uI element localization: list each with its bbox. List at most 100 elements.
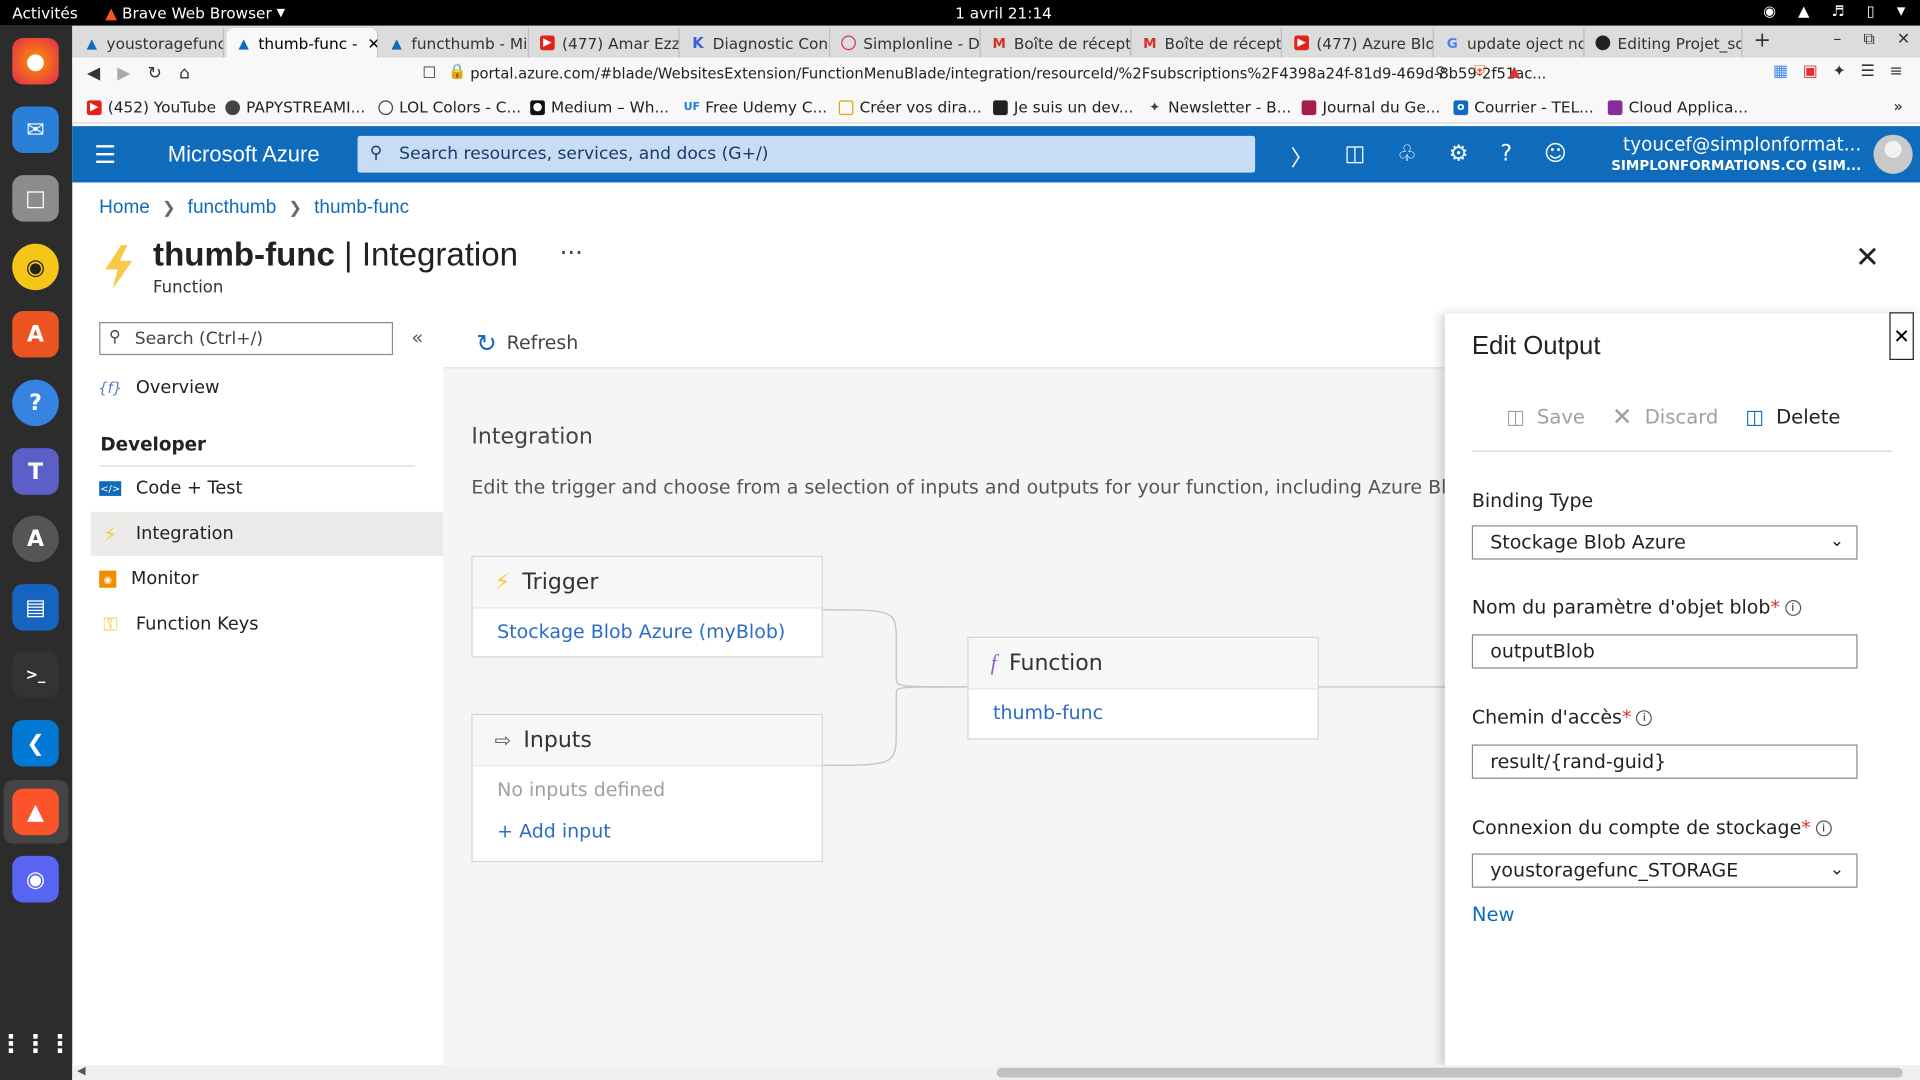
brave-dock-icon[interactable]: ▲ [12, 788, 59, 836]
bookmark-icon[interactable]: □ [422, 62, 436, 79]
binding-type-dropdown[interactable]: Stockage Blob Azure ⌄ [1471, 525, 1858, 560]
sidebar-item-code-test[interactable]: </> Code + Test [99, 467, 442, 511]
breadcrumb-functhumb[interactable]: functhumb [188, 197, 277, 219]
avatar[interactable] [1873, 134, 1913, 174]
function-card[interactable]: f Function thumb-func [967, 636, 1319, 740]
notifications-icon[interactable]: ♧ [1397, 141, 1417, 173]
close-tab-icon[interactable]: ✕ [367, 34, 377, 52]
scroll-left-icon[interactable]: ◀ [77, 1065, 85, 1077]
terminal-icon[interactable]: >_ [12, 651, 59, 698]
software-center-icon[interactable]: A [12, 311, 59, 358]
discard-button[interactable]: ✕ Discard [1612, 402, 1718, 431]
tab-active[interactable]: ▲thumb-func -✕ [226, 28, 379, 58]
global-search-input[interactable]: ⚲ Search resources, services, and docs (… [357, 135, 1256, 173]
brave-shields-icon[interactable]: ⛨ [1474, 62, 1485, 80]
scrollbar-thumb[interactable] [996, 1067, 1903, 1078]
horizontal-scrollbar[interactable]: ◀ [72, 1065, 1920, 1080]
translate-icon[interactable]: ▦ [1773, 62, 1788, 80]
tab[interactable]: ▲ youstoragefunc [75, 28, 225, 58]
trigger-link[interactable]: Stockage Blob Azure (myBlob) [473, 609, 822, 643]
close-window-icon[interactable]: ✕ [1897, 31, 1910, 49]
lock-icon[interactable]: 🔒 [448, 62, 466, 79]
close-blade-icon[interactable]: ✕ [1855, 240, 1880, 274]
firefox-icon[interactable]: ● [12, 37, 59, 85]
new-tab-button[interactable]: + [1753, 28, 1770, 52]
system-tray[interactable]: ◉ ▲ ♬ ▯ ▼ [1763, 2, 1905, 19]
tab[interactable]: ▶(477) Amar Ezzat [530, 28, 680, 58]
more-bookmarks-icon[interactable]: » [1893, 97, 1902, 115]
cloud-shell-icon[interactable]: 〉 [1291, 141, 1313, 173]
teams-icon[interactable]: T [12, 448, 59, 495]
bookmark-item[interactable]: ▶ (452) YouTube [86, 98, 216, 116]
writer-icon[interactable]: ▤ [12, 584, 59, 631]
sidebar-item-overview[interactable]: {f} Overview [98, 366, 442, 410]
tab[interactable]: K Diagnostic Cons [681, 28, 831, 58]
url-field[interactable]: portal.azure.com/#blade/WebsitesExtensio… [470, 65, 1546, 82]
bookmark-item[interactable]: UF Free Udemy C... [684, 98, 828, 116]
breadcrumb-thumb-func[interactable]: thumb-func [314, 197, 409, 219]
files-icon[interactable]: □ [12, 175, 59, 222]
add-input-link[interactable]: + Add input [473, 801, 822, 842]
tab[interactable]: Gupdate oject noc [1435, 28, 1585, 58]
bookmark-item[interactable]: Créer vos dira... [838, 98, 982, 116]
tab[interactable]: ▲ functhumb - Mic [380, 28, 529, 58]
zoom-icon[interactable]: ⚲ [1435, 64, 1446, 81]
param-name-input[interactable]: outputBlob [1471, 634, 1858, 669]
bookmark-item[interactable]: Je suis un dev... [993, 98, 1133, 116]
bookmark-item[interactable]: LOL Colors - C... [378, 98, 521, 116]
azure-brand[interactable]: Microsoft Azure [168, 142, 320, 168]
show-apps-icon[interactable]: ⋮⋮⋮ [0, 1020, 72, 1067]
bookmark-item[interactable]: Cloud Applica... [1607, 98, 1748, 116]
menu-icon[interactable]: ≡ [1890, 62, 1903, 80]
bookmark-item[interactable]: o Courrier - TEL... [1453, 98, 1594, 116]
minimize-icon[interactable]: – [1833, 31, 1841, 49]
tab[interactable]: Simplonline - Dé [831, 28, 981, 58]
updater-icon[interactable]: A [12, 515, 59, 563]
home-icon[interactable]: ⌂ [179, 64, 190, 84]
restore-icon[interactable]: ⧉ [1863, 31, 1874, 49]
clock[interactable]: 1 avril 21:14 [955, 4, 1052, 22]
storage-connection-dropdown[interactable]: youstoragefunc_STORAGE ⌄ [1471, 853, 1858, 888]
new-connection-link[interactable]: New [1472, 902, 1515, 925]
rhythmbox-icon[interactable]: ◉ [12, 243, 59, 291]
app-menu[interactable]: ▲ Brave Web Browser ▼ [105, 4, 285, 22]
path-input[interactable]: result/{rand-guid} [1471, 744, 1858, 779]
help-icon[interactable]: ? [12, 379, 59, 427]
function-link[interactable]: thumb-func [969, 689, 1318, 724]
vscode-icon[interactable]: ❮ [12, 720, 59, 767]
tab[interactable]: Editing Projet_sc [1586, 28, 1743, 58]
refresh-button[interactable]: ↻ Refresh [476, 328, 578, 357]
collapse-menu-icon[interactable]: « [411, 326, 423, 349]
discord-icon[interactable]: ◉ [12, 855, 59, 903]
reload-icon[interactable]: ↻ [148, 64, 162, 84]
account-info[interactable]: tyoucef@simplonformat... SIMPLONFORMATIO… [1611, 133, 1861, 177]
sidebar-item-monitor[interactable]: ◉ Monitor [99, 557, 442, 601]
hamburger-menu-icon[interactable]: ☰ [94, 140, 116, 169]
bookmark-item[interactable]: PAPYSTREAMI... [225, 98, 365, 116]
bookmark-item[interactable]: ● Medium – Wh... [530, 98, 669, 116]
sidebar-item-function-keys[interactable]: ⚿ Function Keys [99, 602, 442, 646]
extensions-icon[interactable]: ✦ [1832, 62, 1845, 80]
playlist-icon[interactable]: ☰ [1861, 62, 1875, 80]
tab[interactable]: M Boîte de récepti [1133, 28, 1283, 58]
inputs-card[interactable]: ⇨ Inputs No inputs defined + Add input [471, 713, 823, 863]
trigger-card[interactable]: ⚡ Trigger Stockage Blob Azure (myBlob) [471, 555, 823, 658]
feedback-smiley-icon[interactable]: ☺ [1544, 141, 1567, 173]
tab[interactable]: M Boîte de récepti [982, 28, 1132, 58]
thunderbird-icon[interactable]: ✉ [12, 106, 59, 154]
brave-rewards-icon[interactable]: ▲ [1509, 62, 1520, 79]
settings-gear-icon[interactable]: ⚙ [1449, 141, 1469, 173]
close-panel-icon[interactable]: ✕ [1889, 312, 1914, 361]
help-icon[interactable]: ? [1500, 141, 1512, 173]
delete-button[interactable]: ◫ Delete [1745, 402, 1840, 431]
bookmark-item[interactable]: ✦ Newsletter - B... [1147, 98, 1291, 116]
back-icon[interactable]: ◀ [87, 64, 100, 84]
tab[interactable]: ▶ (477) Azure Blob [1284, 28, 1434, 58]
info-icon[interactable]: i [1815, 820, 1832, 837]
more-options-icon[interactable]: ··· [560, 238, 583, 267]
activities-button[interactable]: Activités [12, 4, 78, 22]
sidebar-item-integration[interactable]: ⚡ Integration [90, 511, 444, 556]
extension-red-icon[interactable]: ▣ [1803, 62, 1818, 80]
save-button[interactable]: ◫ Save [1506, 402, 1585, 431]
info-icon[interactable]: i [1636, 710, 1653, 727]
